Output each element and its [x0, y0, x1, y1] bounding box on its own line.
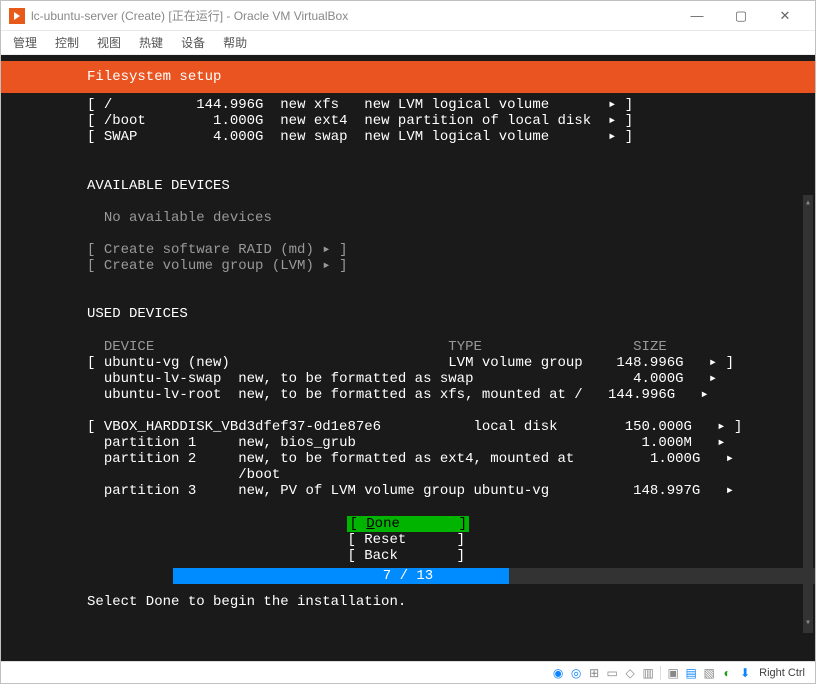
statusbar-separator [660, 666, 661, 680]
display-icon[interactable]: ▤ [683, 665, 699, 681]
menu-view[interactable]: 视图 [97, 34, 121, 51]
vm-statusbar: ◉ ◎ ⊞ ▭ ◇ ▥ ▣ ▤ ▧ ◐ ⬇ Right Ctrl [1, 661, 815, 683]
menu-bar: 管理 控制 视图 热键 设备 帮助 [1, 31, 815, 55]
used-devices-heading: USED DEVICES [1, 306, 815, 322]
progress-row: 7 / 13 [1, 568, 815, 584]
window-controls: — ▢ ✕ [675, 2, 807, 30]
optical-icon[interactable]: ◎ [568, 665, 584, 681]
done-button[interactable]: [ Done ] [1, 516, 815, 532]
shared-folder-icon[interactable]: ▣ [665, 665, 681, 681]
hint-text: Select Done to begin the installation. [1, 584, 815, 620]
menu-manage[interactable]: 管理 [13, 34, 37, 51]
progress-text: 7 / 13 [1, 568, 815, 584]
scroll-down-icon[interactable]: ▾ [803, 617, 813, 631]
available-devices-heading: AVAILABLE DEVICES [1, 178, 815, 194]
window-titlebar: lc-ubuntu-server (Create) [正在运行] - Oracl… [1, 1, 815, 31]
hdd-icon[interactable]: ◉ [550, 665, 566, 681]
usb-icon[interactable]: ⊞ [586, 665, 602, 681]
used-row-part[interactable]: partition 2 new, to be formatted as ext4… [1, 451, 815, 467]
menu-hotkey[interactable]: 热键 [139, 34, 163, 51]
create-raid-option[interactable]: [ Create software RAID (md) ▸ ] [1, 242, 815, 258]
fs-row[interactable]: [ SWAP 4.000G new swap new LVM logical v… [1, 129, 815, 145]
virtualbox-window: lc-ubuntu-server (Create) [正在运行] - Oracl… [0, 0, 816, 684]
network-icon[interactable]: ▥ [640, 665, 656, 681]
keyboard-capture-icon[interactable]: ⬇ [737, 665, 753, 681]
floppy-icon[interactable]: ▭ [604, 665, 620, 681]
used-row-part[interactable]: partition 3 new, PV of LVM volume group … [1, 483, 815, 499]
mouse-integration-icon[interactable]: ◐ [719, 665, 735, 681]
maximize-button[interactable]: ▢ [719, 2, 763, 30]
installer-header: Filesystem setup [1, 61, 815, 93]
record-icon[interactable]: ▧ [701, 665, 717, 681]
menu-devices[interactable]: 设备 [181, 34, 205, 51]
fs-row[interactable]: [ / 144.996G new xfs new LVM logical vol… [1, 97, 815, 113]
reset-button[interactable]: [ Reset ] [1, 532, 815, 548]
used-row-vg[interactable]: [ ubuntu-vg (new) LVM volume group 148.9… [1, 355, 815, 371]
used-row-lv[interactable]: ubuntu-lv-swap new, to be formatted as s… [1, 371, 815, 387]
used-columns: DEVICE TYPE SIZE [1, 339, 815, 355]
used-row-part[interactable]: partition 1 new, bios_grub 1.000M ▸ [1, 435, 815, 451]
installer-body: ▴ ▾ [ / 144.996G new xfs new LVM logical… [1, 93, 815, 661]
window-title: lc-ubuntu-server (Create) [正在运行] - Oracl… [31, 7, 675, 24]
used-row-lv[interactable]: ubuntu-lv-root new, to be formatted as x… [1, 387, 815, 403]
audio-icon[interactable]: ◇ [622, 665, 638, 681]
menu-control[interactable]: 控制 [55, 34, 79, 51]
used-row-part-cont: /boot [1, 467, 815, 483]
scroll-up-icon[interactable]: ▴ [803, 197, 813, 211]
app-icon [9, 8, 25, 24]
create-vg-option[interactable]: [ Create volume group (LVM) ▸ ] [1, 258, 815, 274]
fs-row[interactable]: [ /boot 1.000G new ext4 new partition of… [1, 113, 815, 129]
minimize-button[interactable]: — [675, 2, 719, 30]
no-available-devices: No available devices [1, 210, 815, 226]
host-key-indicator: Right Ctrl [755, 667, 809, 679]
used-row-disk[interactable]: [ VBOX_HARDDISK_VBd3dfef37-0d1e87e6 loca… [1, 419, 815, 435]
close-button[interactable]: ✕ [763, 2, 807, 30]
menu-help[interactable]: 帮助 [223, 34, 247, 51]
back-button[interactable]: [ Back ] [1, 548, 815, 564]
vm-display[interactable]: Filesystem setup ▴ ▾ [ / 144.996G new xf… [1, 55, 815, 661]
